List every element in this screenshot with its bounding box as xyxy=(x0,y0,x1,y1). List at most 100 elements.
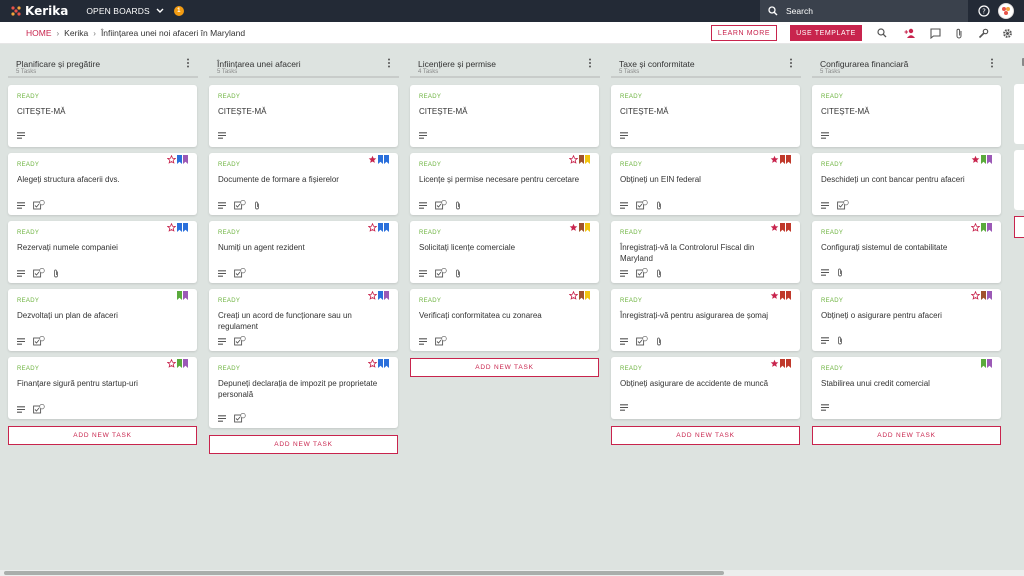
star-filled-icon[interactable] xyxy=(971,155,980,164)
search-box[interactable]: Search xyxy=(760,0,968,22)
task-card[interactable]: READY Numiți un agent rezident xyxy=(209,221,398,283)
description-icon xyxy=(218,269,226,277)
task-flags xyxy=(166,155,188,164)
column-menu-icon[interactable] xyxy=(789,58,793,68)
horizontal-scrollbar-thumb[interactable] xyxy=(4,571,724,575)
task-title: CITEȘTE-MĂ xyxy=(419,107,468,116)
attachment-icon xyxy=(455,269,461,278)
task-meta xyxy=(419,132,435,139)
kerika-logo[interactable]: Kerika xyxy=(10,4,68,18)
task-flags xyxy=(980,359,992,368)
task-card[interactable]: READY Alegeți structura afacerii dvs. xyxy=(8,153,197,215)
avatar-logo-icon xyxy=(1002,7,1010,15)
column-header[interactable]: Configurarea financiară 5 Tasks xyxy=(812,52,1002,78)
add-new-task-button[interactable]: ADD NEW TASK xyxy=(812,426,1001,445)
star-outline-icon[interactable] xyxy=(368,359,377,368)
task-card[interactable]: READY Înregistrați-vă la Controlorul Fisc… xyxy=(611,221,800,283)
tools-icon[interactable] xyxy=(977,27,989,39)
star-outline-icon[interactable] xyxy=(569,155,578,164)
star-filled-icon[interactable] xyxy=(770,155,779,164)
task-card[interactable]: READY Obțineți o asigurare pentru afaceri xyxy=(812,289,1001,351)
task-status: READY xyxy=(620,230,643,236)
star-filled-icon[interactable] xyxy=(770,359,779,368)
use-template-button[interactable]: USE TEMPLATE xyxy=(790,25,862,41)
task-card[interactable]: READY Licențe și permise necesare pentru … xyxy=(410,153,599,215)
user-avatar[interactable] xyxy=(998,3,1014,19)
breadcrumb-org[interactable]: Kerika xyxy=(64,28,88,38)
checklist-icon xyxy=(33,336,45,346)
star-outline-icon[interactable] xyxy=(368,291,377,300)
task-card[interactable]: READY Înregistrați-vă pentru asigurarea d… xyxy=(611,289,800,351)
add-new-task-button[interactable]: ADD NEW TASK xyxy=(8,426,197,445)
add-new-task-button[interactable]: ADD NEW TASK xyxy=(209,435,398,454)
learn-more-button[interactable]: LEARN MORE xyxy=(711,25,777,41)
task-status: READY xyxy=(17,162,40,168)
star-outline-icon[interactable] xyxy=(167,223,176,232)
red-tag-icon xyxy=(780,223,785,232)
column-header[interactable]: Licențiere și permise 4 Tasks xyxy=(410,52,600,78)
column-menu-icon[interactable] xyxy=(990,58,994,68)
star-outline-icon[interactable] xyxy=(971,291,980,300)
task-card[interactable]: READY Obțineți un EIN federal xyxy=(611,153,800,215)
column-task-count: 5 Tasks xyxy=(16,69,37,75)
star-outline-icon[interactable] xyxy=(971,223,980,232)
attachment-icon[interactable] xyxy=(953,27,965,39)
task-card[interactable]: READY CITEȘTE-MĂ xyxy=(611,85,800,147)
column-menu-icon[interactable] xyxy=(588,58,592,68)
task-card[interactable]: READY Rezervați numele companiei xyxy=(8,221,197,283)
column-header[interactable]: Înființarea unei afaceri 5 Tasks xyxy=(209,52,399,78)
checklist-icon xyxy=(435,200,447,210)
star-outline-icon[interactable] xyxy=(368,223,377,232)
task-card[interactable]: READY Documente de formare a fișierelor xyxy=(209,153,398,215)
task-flags xyxy=(166,359,188,368)
description-icon xyxy=(821,404,829,411)
star-outline-icon[interactable] xyxy=(569,291,578,300)
add-person-icon[interactable] xyxy=(904,27,916,39)
task-meta xyxy=(218,336,254,346)
description-icon xyxy=(17,405,25,413)
search-board-icon[interactable] xyxy=(876,27,888,39)
task-meta xyxy=(218,268,254,278)
open-boards-menu[interactable]: OPEN BOARDS xyxy=(86,6,164,16)
task-flags xyxy=(769,291,791,300)
help-icon[interactable]: ? xyxy=(978,5,990,17)
task-meta xyxy=(620,132,636,139)
chat-icon[interactable] xyxy=(929,27,941,39)
checklist-icon xyxy=(234,413,246,423)
yellow-tag-icon xyxy=(585,291,590,300)
task-card[interactable]: READY Solicitați licențe comerciale xyxy=(410,221,599,283)
task-card[interactable]: READY CITEȘTE-MĂ xyxy=(410,85,599,147)
task-card[interactable]: READY Configurați sistemul de contabilita… xyxy=(812,221,1001,283)
task-card[interactable]: READY Obțineți asigurare de accidente de … xyxy=(611,357,800,419)
board-count-badge[interactable]: 1 xyxy=(173,6,184,16)
task-card[interactable]: READY CITEȘTE-MĂ xyxy=(8,85,197,147)
star-outline-icon[interactable] xyxy=(167,155,176,164)
task-flags xyxy=(769,223,791,232)
star-filled-icon[interactable] xyxy=(770,291,779,300)
star-outline-icon[interactable] xyxy=(167,359,176,368)
task-card[interactable]: READY Creați un acord de funcționare sau … xyxy=(209,289,398,351)
task-card[interactable]: READY Verificați conformitatea cu zonarea xyxy=(410,289,599,351)
task-card[interactable]: READY Finanțare sigură pentru startup-uri xyxy=(8,357,197,419)
add-new-task-button[interactable]: ADD NEW TASK xyxy=(410,358,599,377)
task-card[interactable]: READY Depuneți declarația de impozit pe p… xyxy=(209,357,398,428)
column-header[interactable]: Planificare și pregătire 5 Tasks xyxy=(8,52,198,78)
task-card[interactable]: READY CITEȘTE-MĂ xyxy=(209,85,398,147)
star-filled-icon[interactable] xyxy=(770,223,779,232)
breadcrumb-home[interactable]: HOME xyxy=(26,28,52,38)
task-card[interactable]: READY Deschideți un cont bancar pentru af… xyxy=(812,153,1001,215)
star-filled-icon[interactable] xyxy=(368,155,377,164)
add-new-task-button[interactable]: ADD NEW TASK xyxy=(611,426,800,445)
checklist-icon xyxy=(234,268,246,278)
blue-tag-icon xyxy=(384,223,389,232)
kerika-logo-icon xyxy=(11,6,21,16)
star-filled-icon[interactable] xyxy=(569,223,578,232)
task-card[interactable]: READY Stabilirea unui credit comercial xyxy=(812,357,1001,419)
task-card[interactable]: READY Dezvoltați un plan de afaceri xyxy=(8,289,197,351)
column-header[interactable]: Taxe și conformitate 5 Tasks xyxy=(611,52,801,78)
settings-gear-icon[interactable] xyxy=(1001,27,1013,39)
column-menu-icon[interactable] xyxy=(387,58,391,68)
column-menu-icon[interactable] xyxy=(186,58,190,68)
task-title: Obțineți o asigurare pentru afaceri xyxy=(821,311,942,320)
task-card[interactable]: READY CITEȘTE-MĂ xyxy=(812,85,1001,147)
